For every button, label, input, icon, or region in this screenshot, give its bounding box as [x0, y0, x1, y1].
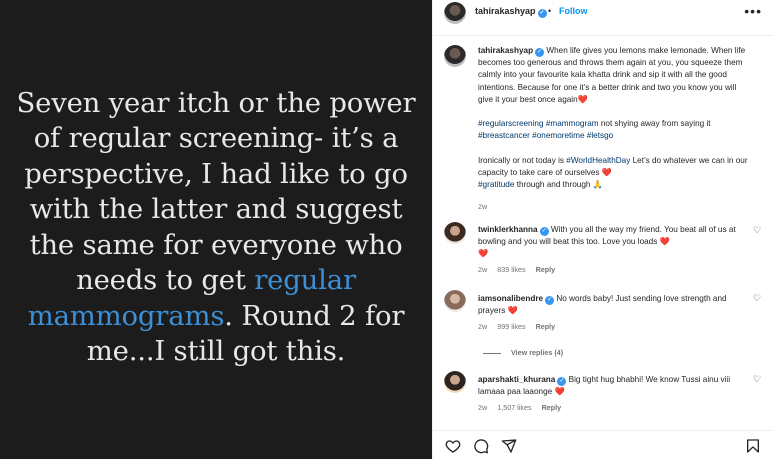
- post-header: tahirakashyap ✓ • Follow •••: [433, 0, 773, 36]
- view-replies-button[interactable]: View replies (4): [483, 348, 563, 357]
- comment-like-heart-icon[interactable]: ♡: [753, 375, 762, 384]
- divider: [483, 352, 501, 354]
- comments-list[interactable]: tahirakashyap ✓ When life gives you lemon…: [433, 37, 773, 430]
- verified-badge-icon: ✓: [535, 48, 545, 57]
- post-image-text: Seven year itch or the power of regular …: [16, 86, 416, 368]
- comment-meta: 2w 1,507 likes Reply: [478, 403, 571, 412]
- timestamp: 2w: [478, 202, 488, 211]
- avatar[interactable]: [444, 222, 466, 244]
- comment: iamsonalibendre ✓ No words baby! Just sen…: [433, 290, 773, 360]
- timestamp: 2w: [478, 322, 488, 331]
- timestamp: 2w: [478, 265, 488, 274]
- reply-button[interactable]: Reply: [536, 322, 556, 331]
- separator-dot: •: [548, 6, 552, 16]
- caption-meta: 2w: [478, 202, 497, 211]
- timestamp: 2w: [478, 403, 488, 412]
- more-options-icon[interactable]: •••: [744, 4, 762, 18]
- caption-username[interactable]: tahirakashyap: [478, 46, 533, 55]
- reply-button[interactable]: Reply: [536, 265, 556, 274]
- likes-count[interactable]: 1,507 likes: [497, 403, 531, 412]
- hashtag-link[interactable]: #regularscreening #mammogram: [478, 119, 599, 128]
- bookmark-icon[interactable]: [745, 438, 761, 454]
- comment-like-heart-icon[interactable]: ♡: [753, 226, 762, 235]
- comment-text: twinklerkhanna ✓ With you all the way my …: [478, 225, 736, 259]
- avatar[interactable]: [444, 290, 466, 312]
- follow-button[interactable]: Follow: [559, 6, 588, 16]
- verified-badge-icon: ✓: [539, 227, 549, 236]
- verified-badge-icon: ✓: [557, 377, 567, 386]
- avatar[interactable]: [444, 45, 466, 67]
- share-icon[interactable]: [501, 438, 517, 454]
- comment-text: iamsonalibendre ✓ No words baby! Just sen…: [478, 294, 727, 316]
- post-actions-bar: [433, 430, 773, 459]
- header-username[interactable]: tahirakashyap ✓: [475, 6, 547, 18]
- caption-text: tahirakashyap ✓ When life gives you lemon…: [478, 46, 748, 190]
- caption: tahirakashyap ✓ When life gives you lemon…: [433, 43, 773, 213]
- hashtag-link[interactable]: #gratitude: [478, 180, 514, 189]
- heart-icon[interactable]: [445, 438, 461, 454]
- comment-text: aparshakti_khurana ✓ Big tight hug bhabhi…: [478, 375, 731, 397]
- likes-count[interactable]: 999 likes: [497, 322, 525, 331]
- comment-meta: 2w 839 likes Reply: [478, 265, 565, 274]
- comment-icon[interactable]: [473, 438, 489, 454]
- comment: aparshakti_khurana ✓ Big tight hug bhabhi…: [433, 371, 773, 426]
- reply-button[interactable]: Reply: [542, 403, 562, 412]
- verified-badge-icon: ✓: [545, 296, 555, 305]
- post-image: Seven year itch or the power of regular …: [0, 0, 432, 459]
- comment-like-heart-icon[interactable]: ♡: [753, 294, 762, 303]
- comment-username[interactable]: aparshakti_khurana: [478, 375, 555, 384]
- comment-meta: 2w 999 likes Reply: [478, 322, 565, 331]
- likes-count[interactable]: 839 likes: [497, 265, 525, 274]
- comment-username[interactable]: iamsonalibendre: [478, 294, 543, 303]
- post-details-panel: tahirakashyap ✓ • Follow ••• tahirakashya…: [432, 0, 773, 459]
- avatar[interactable]: [444, 2, 466, 24]
- hashtag-link[interactable]: #WorldHealthDay: [566, 156, 630, 165]
- verified-badge-icon: ✓: [537, 9, 547, 18]
- comment-username[interactable]: twinklerkhanna: [478, 225, 538, 234]
- comment: twinklerkhanna ✓ With you all the way my …: [433, 222, 773, 277]
- hashtag-link[interactable]: #breastcancer #onemoretime #letsgo: [478, 131, 613, 140]
- avatar[interactable]: [444, 371, 466, 393]
